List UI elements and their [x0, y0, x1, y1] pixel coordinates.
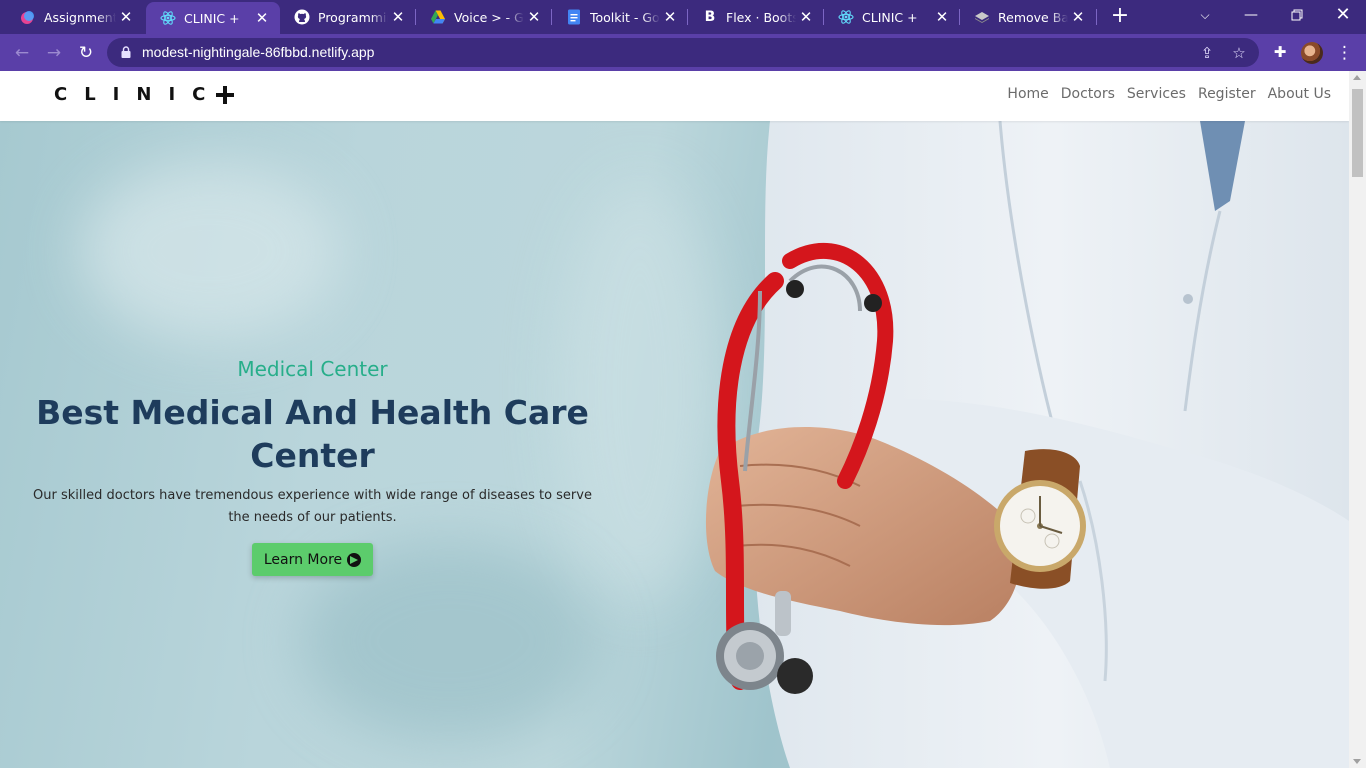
hero-section: Medical Center Best Medical And Health C…	[0, 121, 1349, 768]
browser-tab[interactable]: Voice > - Goo ✕	[416, 0, 552, 34]
google-drive-icon	[430, 9, 446, 25]
browser-toolbar: ← → ↻ modest-nightingale-86fbbd.netlify.…	[0, 34, 1366, 71]
hero-title: Best Medical And Health Care Center	[36, 393, 589, 475]
arrow-circle-right-icon	[347, 552, 362, 567]
share-icon[interactable]: ⇪	[1197, 43, 1217, 63]
hero-content: Medical Center Best Medical And Health C…	[24, 357, 601, 576]
browser-tab[interactable]: Programming ✕	[280, 0, 416, 34]
back-arrow-icon[interactable]: ←	[9, 40, 35, 66]
tab-title: Programming	[318, 9, 388, 25]
tab-title: Voice > - Goo	[454, 9, 524, 25]
lock-icon	[121, 46, 131, 58]
tab-search-chevron-down-icon[interactable]: ⌵	[1182, 0, 1228, 32]
tab-divider	[959, 9, 960, 25]
hero-eyebrow: Medical Center	[237, 357, 388, 381]
window-close-icon[interactable]: ✕	[1320, 0, 1366, 32]
browser-tab[interactable]: Remove Back ✕	[960, 0, 1096, 34]
nav-links: Home Doctors Services Register About Us	[995, 86, 1331, 102]
close-icon[interactable]: ✕	[660, 8, 680, 26]
more-menu-icon[interactable]: ⋮	[1336, 42, 1353, 64]
close-icon[interactable]: ✕	[1068, 8, 1088, 26]
brand-logo[interactable]: CLINIC	[54, 84, 235, 105]
nav-link-register[interactable]: Register	[1198, 86, 1256, 102]
learn-more-button[interactable]: Learn More	[251, 543, 374, 576]
browser-tab[interactable]: Assignment - ✕	[6, 0, 144, 34]
browser-tab[interactable]: B Flex · Bootstra ✕	[688, 0, 824, 34]
react-icon	[838, 9, 854, 25]
address-bar[interactable]: modest-nightingale-86fbbd.netlify.app ⇪ …	[107, 38, 1259, 67]
nav-link-home[interactable]: Home	[1007, 86, 1048, 102]
assignment-app-icon	[20, 9, 36, 25]
tab-divider	[415, 9, 416, 25]
avatar[interactable]	[1301, 42, 1323, 64]
restore-icon[interactable]	[1274, 0, 1320, 32]
scroll-down-icon[interactable]	[1353, 759, 1361, 764]
tab-title: CLINIC +	[862, 9, 918, 25]
close-icon[interactable]: ✕	[796, 8, 816, 26]
bootstrap-icon: B	[704, 9, 716, 25]
browser-tab[interactable]: Toolkit - Goo ✕	[552, 0, 688, 34]
plus-icon	[216, 85, 235, 104]
close-icon[interactable]: ✕	[932, 8, 952, 26]
browser-tab[interactable]: CLINIC + ✕	[824, 0, 960, 34]
nav-link-about-us[interactable]: About Us	[1268, 86, 1331, 102]
tab-divider	[687, 9, 688, 25]
close-icon[interactable]: ✕	[388, 8, 408, 26]
tab-divider	[823, 9, 824, 25]
site-navbar: CLINIC Home Doctors Services Register Ab…	[0, 71, 1349, 121]
extensions-puzzle-icon[interactable]: ✚	[1270, 42, 1290, 62]
tab-title: Assignment -	[44, 9, 116, 25]
new-tab-plus-icon[interactable]: +	[1108, 4, 1132, 28]
google-docs-icon	[566, 9, 582, 25]
remove-bg-icon	[974, 9, 990, 25]
reload-icon[interactable]: ↻	[73, 40, 99, 66]
tab-title: Toolkit - Goo	[590, 9, 660, 25]
tab-divider	[551, 9, 552, 25]
close-icon[interactable]: ✕	[524, 8, 544, 26]
nav-link-doctors[interactable]: Doctors	[1061, 86, 1115, 102]
page-viewport: CLINIC Home Doctors Services Register Ab…	[0, 71, 1349, 768]
browser-tab-strip: Assignment - ✕ CLINIC + ✕ Programming ✕ …	[0, 0, 1366, 34]
react-icon	[160, 10, 176, 26]
forward-arrow-icon[interactable]: →	[41, 40, 67, 66]
browser-tab-active[interactable]: CLINIC + ✕	[146, 2, 280, 34]
tab-title: Flex · Bootstra	[726, 9, 796, 25]
github-icon	[294, 9, 310, 25]
tab-title: Remove Back	[998, 9, 1068, 25]
url-text: modest-nightingale-86fbbd.netlify.app	[142, 44, 375, 60]
page-scrollbar[interactable]	[1349, 71, 1366, 768]
tab-divider	[1096, 9, 1097, 25]
hero-description: Our skilled doctors have tremendous expe…	[33, 488, 592, 525]
minimize-icon[interactable]: —	[1228, 0, 1274, 32]
tab-title: CLINIC +	[184, 10, 240, 26]
nav-link-services[interactable]: Services	[1127, 86, 1186, 102]
learn-more-label: Learn More	[263, 551, 343, 568]
scroll-up-icon[interactable]	[1353, 75, 1361, 80]
close-icon[interactable]: ✕	[252, 9, 272, 27]
brand-text: CLINIC	[54, 84, 223, 105]
close-icon[interactable]: ✕	[116, 8, 136, 26]
scroll-thumb[interactable]	[1352, 89, 1363, 177]
bookmark-star-icon[interactable]: ☆	[1229, 43, 1249, 63]
